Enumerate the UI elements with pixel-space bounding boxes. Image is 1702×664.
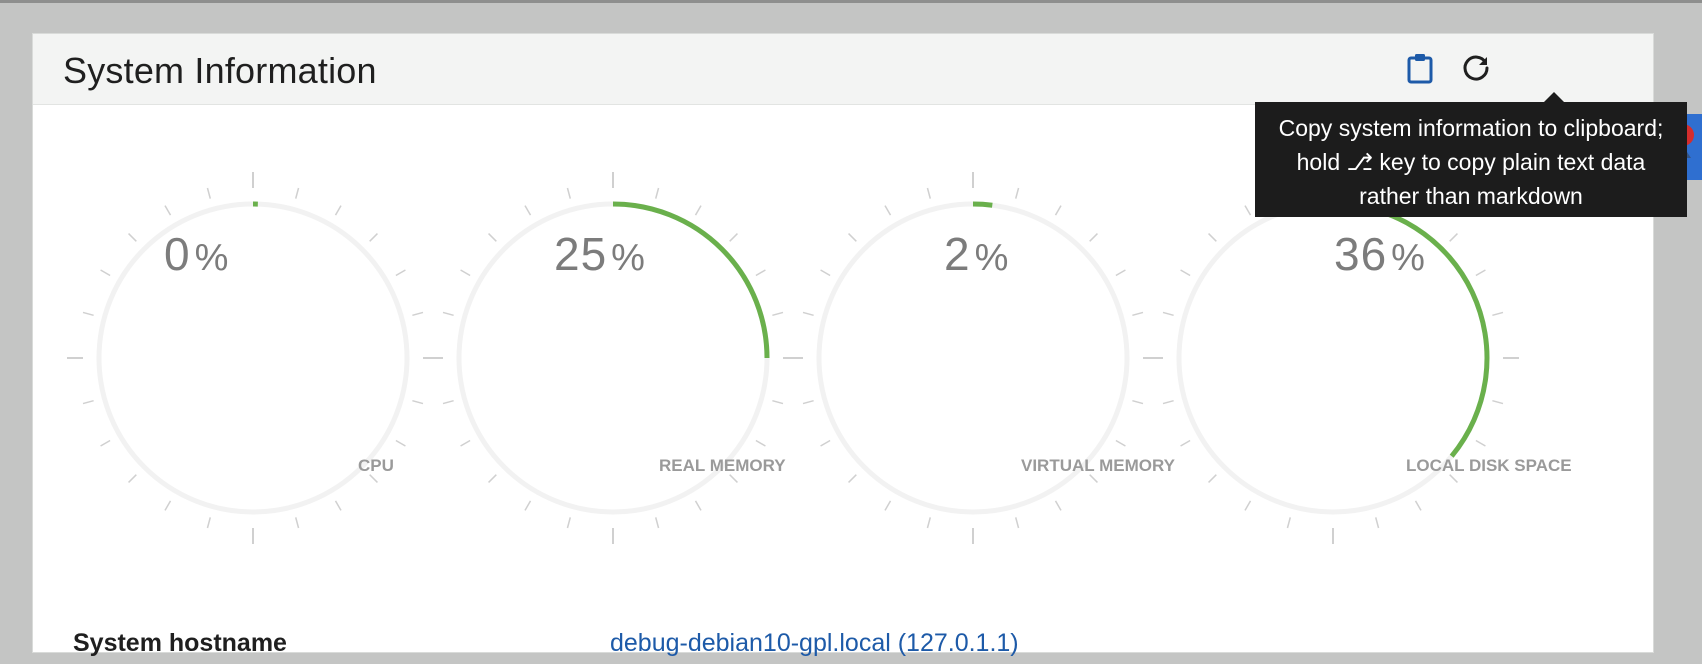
- clipboard-icon: [1406, 52, 1434, 84]
- gauge-tick: [567, 517, 570, 528]
- gauge-tick: [525, 206, 531, 216]
- gauge-tick: [461, 441, 471, 447]
- gauge-tick: [165, 206, 171, 216]
- gauge-tick: [396, 441, 406, 447]
- refresh-button[interactable]: [1456, 48, 1496, 88]
- gauge-tick: [1016, 517, 1019, 528]
- gauge-tick: [1056, 206, 1062, 216]
- gauge-tick: [1016, 188, 1019, 199]
- gauge-tick: [803, 401, 814, 404]
- gauge-tick: [489, 475, 497, 483]
- gauge-tick: [336, 206, 342, 216]
- gauge-value-virtual-memory: 2%: [944, 227, 1009, 281]
- gauge-label-cpu: CPU: [358, 456, 394, 476]
- gauge-tick: [1476, 441, 1486, 447]
- gauge-tick: [756, 270, 766, 276]
- gauge-tick: [656, 188, 659, 199]
- window-top-border: [0, 0, 1702, 3]
- gauge-tick: [1476, 270, 1486, 276]
- gauge-tick: [656, 517, 659, 528]
- gauge-tick: [370, 234, 378, 242]
- gauge-tick: [1209, 234, 1217, 242]
- gauge-tick: [83, 312, 94, 315]
- gauge-tick: [461, 270, 471, 276]
- gauge-tick: [1090, 234, 1098, 242]
- gauge-tick: [1132, 401, 1143, 404]
- gauge-tick: [885, 501, 891, 511]
- gauge-tick: [1056, 501, 1062, 511]
- gauge-tick: [1492, 312, 1503, 315]
- gauge-tick: [1376, 517, 1379, 528]
- gauge-tick: [101, 441, 111, 447]
- gauge-tick: [129, 475, 137, 483]
- gauge-tick: [207, 188, 210, 199]
- gauge-tick: [1287, 517, 1290, 528]
- gauge-tick: [1163, 401, 1174, 404]
- gauge-value-cpu: 0%: [164, 227, 229, 281]
- gauge-label-virtual-memory: VIRTUAL MEMORY: [1021, 456, 1175, 476]
- gauge-tick: [296, 188, 299, 199]
- gauge-cpu: [67, 172, 439, 544]
- gauge-tick: [336, 501, 342, 511]
- system-hostname-label: System hostname: [73, 629, 287, 658]
- refresh-icon: [1461, 53, 1491, 83]
- gauge-tick: [927, 188, 930, 199]
- gauge-tick: [443, 312, 454, 315]
- gauge-tick: [885, 206, 891, 216]
- system-hostname-row: System hostname debug-debian10-gpl.local…: [33, 624, 1653, 664]
- gauge-tick: [927, 517, 930, 528]
- gauge-tick: [696, 206, 702, 216]
- gauge-tick: [1492, 401, 1503, 404]
- gauge-tick: [1181, 270, 1191, 276]
- gauge-tick: [1416, 501, 1422, 511]
- gauge-tick: [772, 401, 783, 404]
- panel-title: System Information: [63, 50, 377, 92]
- gauge-tick: [1116, 270, 1126, 276]
- gauge-tick: [772, 312, 783, 315]
- gauge-tick: [296, 517, 299, 528]
- gauge-tick: [567, 188, 570, 199]
- gauge-tick: [1245, 501, 1251, 511]
- gauge-tick: [396, 270, 406, 276]
- gauge-label-real-memory: REAL MEMORY: [659, 456, 786, 476]
- gauge-tick: [101, 270, 111, 276]
- gauge-tick: [412, 401, 423, 404]
- gauge-label-local-disk-space: LOCAL DISK SPACE: [1406, 456, 1572, 476]
- gauge-tick: [1132, 312, 1143, 315]
- tooltip-arrow: [1544, 92, 1564, 102]
- gauge-tick: [821, 441, 831, 447]
- gauge-tick: [1163, 312, 1174, 315]
- gauge-tick: [1116, 441, 1126, 447]
- system-hostname-link[interactable]: debug-debian10-gpl.local (127.0.1.1): [610, 629, 1019, 658]
- gauge-value-real-memory: 25%: [554, 227, 646, 281]
- gauge-local-disk-space: [1147, 172, 1519, 544]
- gauge-tick: [443, 401, 454, 404]
- panel-header: System Information: [33, 34, 1653, 105]
- gauge-tick: [1450, 234, 1458, 242]
- gauge-tick: [412, 312, 423, 315]
- gauge-tick: [803, 312, 814, 315]
- copy-to-clipboard-button[interactable]: [1400, 48, 1440, 88]
- gauge-tick: [83, 401, 94, 404]
- gauge-value-local-disk-space: 36%: [1334, 227, 1426, 281]
- gauge-tick: [849, 475, 857, 483]
- gauge-tick: [525, 501, 531, 511]
- gauge-tick: [1181, 441, 1191, 447]
- gauge-tick: [821, 270, 831, 276]
- gauge-tick: [489, 234, 497, 242]
- gauge-tick: [165, 501, 171, 511]
- copy-tooltip: Copy system information to clipboard; ho…: [1255, 102, 1687, 217]
- gauge-tick: [1245, 206, 1251, 216]
- gauge-tick: [849, 234, 857, 242]
- gauge-tick: [1209, 475, 1217, 483]
- gauge-value-arc: [973, 204, 992, 205]
- gauge-tick: [756, 441, 766, 447]
- gauge-tick: [207, 517, 210, 528]
- gauge-tick: [696, 501, 702, 511]
- gauge-tick: [730, 234, 738, 242]
- gauge-tick: [129, 234, 137, 242]
